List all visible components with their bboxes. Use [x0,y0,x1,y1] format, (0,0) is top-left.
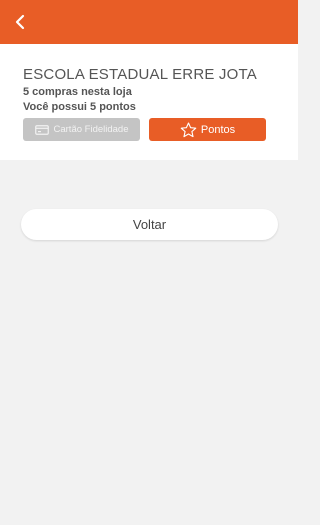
back-button[interactable] [8,10,32,34]
store-info-card: ESCOLA ESTADUAL ERRE JOTA 5 compras nest… [0,44,298,160]
store-name: ESCOLA ESTADUAL ERRE JOTA [23,66,257,83]
back-bottom-button[interactable]: Voltar [21,209,278,240]
credit-card-icon [34,124,49,135]
top-app-bar [0,0,298,44]
loyalty-card-label: Cartão Fidelidade [53,124,129,135]
points-button[interactable]: Pontos [149,118,266,141]
loyalty-card-button[interactable]: Cartão Fidelidade [23,118,140,141]
purchases-count: 5 compras nesta loja [23,86,132,98]
chevron-left-icon [14,14,26,30]
points-balance: Você possui 5 pontos [23,101,136,113]
star-outline-icon [180,121,197,138]
back-bottom-label: Voltar [132,217,167,232]
points-label: Pontos [200,123,236,136]
